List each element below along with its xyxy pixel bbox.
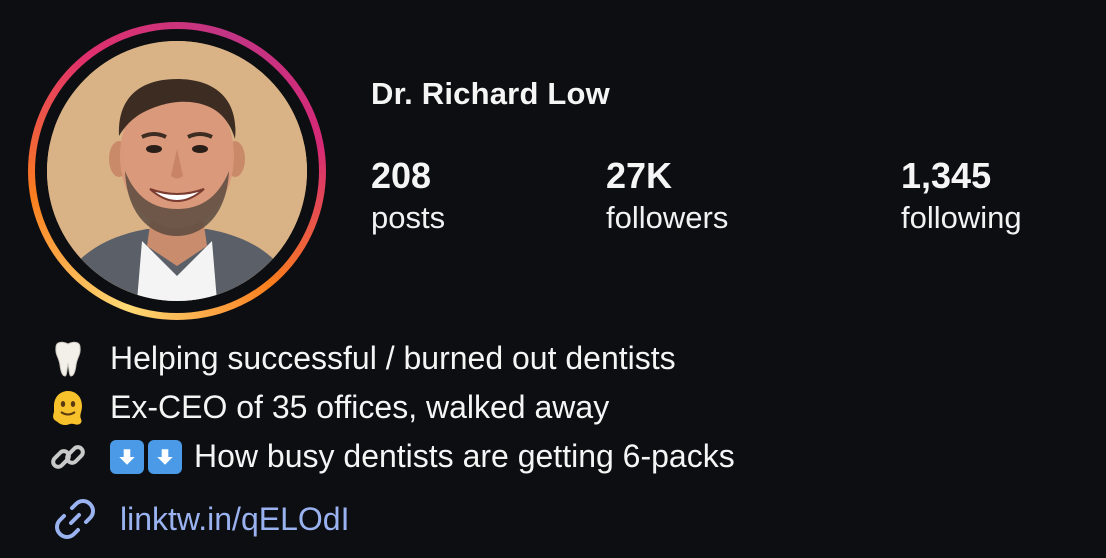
arrow-down-icon <box>110 439 144 474</box>
stat-posts-value: 208 <box>371 155 432 196</box>
bio-line-text: How busy dentists are getting 6-packs <box>194 438 735 474</box>
profile-link[interactable]: linktw.in/qELOdI <box>50 494 349 544</box>
stat-followers-label: followers <box>606 200 729 235</box>
tooth-icon <box>48 339 98 379</box>
bio-line: Ex-CEO of 35 offices, walked away <box>48 383 735 432</box>
arrow-down-icon <box>148 439 182 474</box>
profile-link-text[interactable]: linktw.in/qELOdI <box>120 501 349 538</box>
avatar[interactable] <box>47 41 307 301</box>
stat-followers-value: 27K <box>606 155 673 196</box>
bio-line-text: Ex-CEO of 35 offices, walked away <box>110 389 610 425</box>
stat-followers[interactable]: 27K followers <box>606 156 728 240</box>
link-icon <box>55 499 95 539</box>
bio: Helping successful / burned out dentists… <box>48 334 735 481</box>
bio-line: How busy dentists are getting 6-packs <box>48 432 735 481</box>
avatar-photo <box>47 41 307 301</box>
link-chain-icon <box>48 437 98 477</box>
stat-following-value: 1,345 <box>901 155 992 196</box>
stat-posts[interactable]: 208 posts <box>371 156 445 240</box>
melting-face-icon <box>48 388 98 428</box>
stat-posts-label: posts <box>371 200 446 235</box>
stat-following-label: following <box>901 200 1022 235</box>
story-ring[interactable] <box>28 22 326 320</box>
bio-line: Helping successful / burned out dentists <box>48 334 735 383</box>
stat-following[interactable]: 1,345 following <box>901 156 1022 240</box>
profile-name: Dr. Richard Low <box>371 76 610 111</box>
bio-line-text: Helping successful / burned out dentists <box>110 340 676 376</box>
